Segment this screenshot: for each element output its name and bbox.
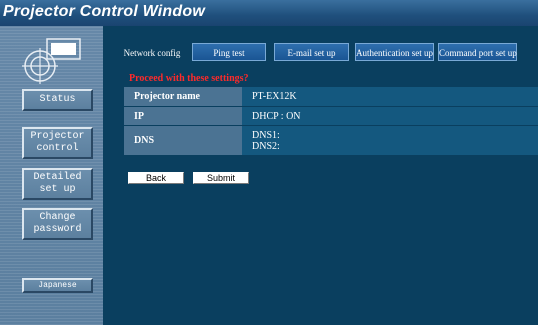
setting-row-dns: DNS DNS1: DNS2: xyxy=(124,126,538,156)
submit-button[interactable]: Submit xyxy=(193,172,249,184)
sidebar: Status Projector control Detailed set up… xyxy=(0,26,103,325)
setting-label: Projector name xyxy=(124,87,242,106)
japanese-language-button[interactable]: Japanese xyxy=(22,278,93,293)
back-button[interactable]: Back xyxy=(128,172,184,184)
dns2-value: DNS2: xyxy=(252,140,280,152)
setting-value: PT-EX12K xyxy=(242,87,538,106)
setting-label: DNS xyxy=(124,126,242,155)
confirm-message: Proceed with these settings? xyxy=(129,73,249,84)
tab-network-config[interactable]: Network config xyxy=(115,43,189,61)
ip-value: DHCP : ON xyxy=(252,110,301,122)
window-title: Projector Control Window xyxy=(3,3,205,20)
setting-row-ip: IP DHCP : ON xyxy=(124,107,538,126)
change-password-button[interactable]: Change password xyxy=(22,208,93,240)
status-button[interactable]: Status xyxy=(22,89,93,111)
setting-label: IP xyxy=(124,107,242,125)
tab-ping-test[interactable]: Ping test xyxy=(192,43,266,61)
detailed-set-up-button[interactable]: Detailed set up xyxy=(22,168,93,200)
dns1-value: DNS1: xyxy=(252,129,280,141)
title-bar: Projector Control Window xyxy=(0,0,538,26)
tab-email-set-up[interactable]: E-mail set up xyxy=(274,43,349,61)
setting-row-projector-name: Projector name PT-EX12K xyxy=(124,87,538,107)
setting-value: DHCP : ON xyxy=(242,107,538,125)
setting-value: DNS1: DNS2: xyxy=(242,126,538,155)
tab-authentication-set-up[interactable]: Authentication set up xyxy=(355,43,434,61)
tab-bar: Network config Ping test E-mail set up A… xyxy=(103,26,538,64)
projector-lens-icon xyxy=(22,38,81,84)
projector-name-value: PT-EX12K xyxy=(252,91,297,102)
tab-command-port-set-up[interactable]: Command port set up xyxy=(438,43,517,61)
projector-control-button[interactable]: Projector control xyxy=(22,127,93,159)
main-panel: Network config Ping test E-mail set up A… xyxy=(103,26,538,325)
